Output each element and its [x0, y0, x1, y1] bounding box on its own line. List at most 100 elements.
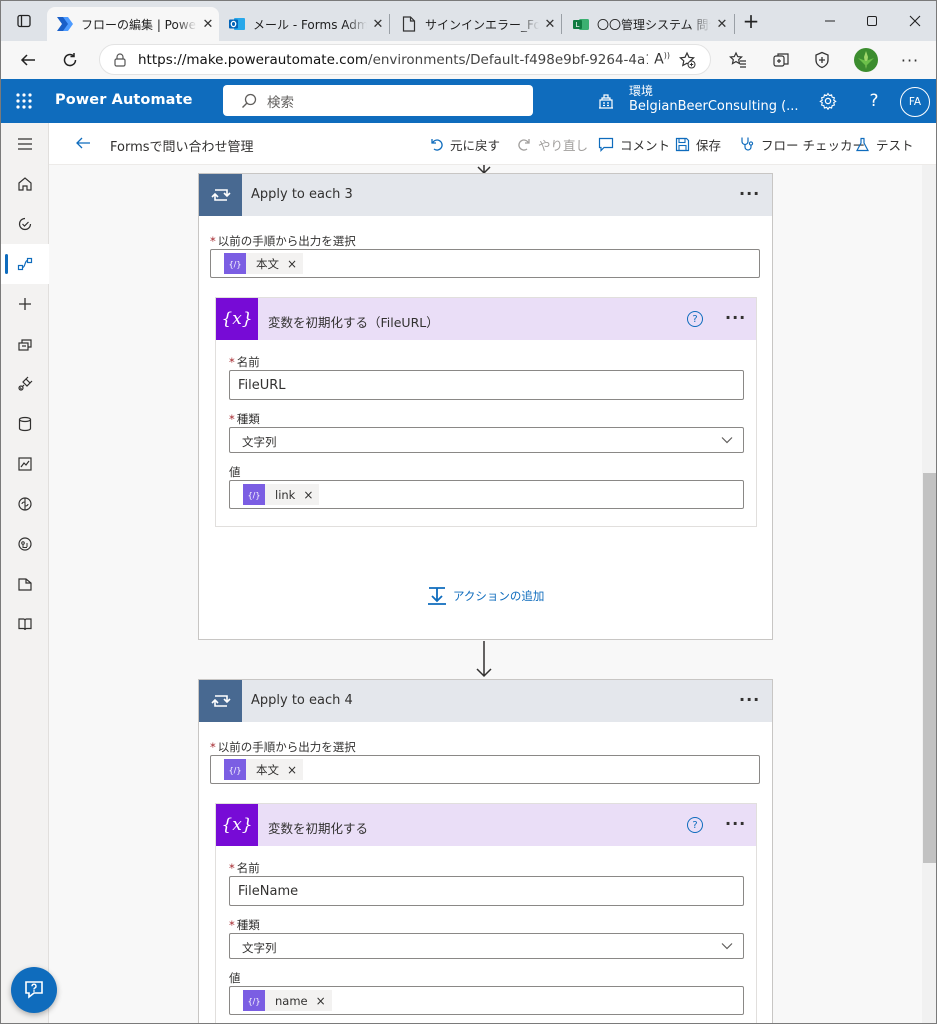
variable-type-dropdown[interactable]: 文字列: [229, 427, 744, 453]
url-host: https://make.powerautomate.com: [138, 51, 369, 68]
comment-button[interactable]: コメント: [598, 134, 670, 154]
process-mining-icon[interactable]: [1, 524, 49, 564]
svg-text:{/}: {/}: [229, 766, 241, 775]
teams-favicon-icon: L: [573, 16, 589, 32]
dynamic-content-token[interactable]: {/} link ×: [243, 484, 320, 505]
card-menu-button[interactable]: ···: [739, 184, 760, 203]
dynamic-content-icon: {/}: [224, 759, 246, 780]
close-tab-icon[interactable]: ✕: [711, 17, 733, 32]
variable-value-field[interactable]: {/} name ×: [229, 986, 744, 1015]
test-button[interactable]: テスト: [855, 134, 914, 154]
help-button[interactable]: ?: [862, 89, 886, 113]
home-icon[interactable]: [1, 164, 49, 204]
dynamic-content-token[interactable]: {/} 本文 ×: [224, 759, 304, 780]
settings-more-icon[interactable]: ···: [895, 45, 925, 75]
flow-checker-button[interactable]: フロー チェッカー: [739, 134, 865, 154]
undo-button[interactable]: 元に戻す: [429, 134, 500, 154]
search-input[interactable]: 検索: [223, 85, 533, 116]
ai-hub-brain-icon[interactable]: [1, 484, 49, 524]
templates-icon[interactable]: [1, 324, 49, 364]
variable-type-dropdown[interactable]: 文字列: [229, 933, 744, 959]
solutions-icon[interactable]: [1, 564, 49, 604]
learn-book-icon[interactable]: [1, 604, 49, 644]
tab-actions-icon[interactable]: [1, 1, 47, 41]
close-window-icon[interactable]: [892, 1, 936, 41]
dynamic-content-token[interactable]: {/} name ×: [243, 990, 332, 1011]
token-label: name: [275, 993, 308, 1008]
favorites-icon[interactable]: [723, 45, 753, 75]
card-menu-button[interactable]: ···: [725, 814, 746, 833]
address-bar: https://make.powerautomate.com/environme…: [1, 41, 936, 79]
add-favorite-icon[interactable]: [678, 51, 696, 69]
approvals-icon[interactable]: [1, 204, 49, 244]
select-output-field[interactable]: {/} 本文 ×: [210, 249, 760, 278]
tab-title: 〇〇管理システム 問合せ: [597, 17, 711, 32]
read-aloud-icon[interactable]: A)): [654, 51, 670, 68]
add-action-button[interactable]: アクションの追加: [427, 586, 544, 606]
create-plus-icon[interactable]: [1, 284, 49, 324]
app-name[interactable]: Power Automate: [55, 92, 193, 108]
token-label: 本文: [256, 256, 279, 271]
minimize-icon[interactable]: [807, 1, 853, 41]
tab-management-system[interactable]: L 〇〇管理システム 問合せ ✕: [563, 7, 733, 41]
remove-token-icon[interactable]: ×: [303, 488, 313, 502]
left-navigation-rail: [1, 123, 49, 1023]
back-arrow-icon[interactable]: [13, 45, 43, 75]
initialize-variable-header[interactable]: {x} 変数を初期化する（FileURL） ? ···: [216, 298, 756, 340]
help-circle-icon[interactable]: ?: [687, 817, 703, 833]
data-cylinder-icon[interactable]: [1, 404, 49, 444]
save-button[interactable]: 保存: [675, 134, 721, 154]
monitor-chart-icon[interactable]: [1, 444, 49, 484]
card-menu-button[interactable]: ···: [739, 690, 760, 709]
remove-token-icon[interactable]: ×: [287, 763, 297, 777]
token-label: 本文: [256, 762, 279, 777]
new-tab-button[interactable]: +: [734, 1, 768, 41]
field-label: * 名前: [229, 355, 260, 369]
back-arrow-icon[interactable]: [75, 135, 91, 151]
refresh-icon[interactable]: [55, 45, 85, 75]
remove-token-icon[interactable]: ×: [287, 257, 297, 271]
remove-token-icon[interactable]: ×: [316, 994, 326, 1008]
environment-picker[interactable]: 環境 BelgianBeerConsulting (...: [629, 83, 799, 115]
redo-button[interactable]: やり直し: [517, 134, 588, 154]
variable-value-field[interactable]: {/} link ×: [229, 480, 744, 509]
help-circle-icon[interactable]: ?: [687, 311, 703, 327]
virtual-agent-button[interactable]: [11, 967, 57, 1013]
tab-power-automate[interactable]: フローの編集 | Power Automate ✕: [47, 7, 219, 41]
close-tab-icon[interactable]: ✕: [197, 17, 219, 32]
user-avatar[interactable]: FA: [900, 87, 930, 117]
hamburger-menu-icon[interactable]: [1, 124, 49, 164]
apply-to-each-3-header[interactable]: Apply to each 3 ···: [199, 174, 772, 216]
outlook-favicon-icon: [229, 16, 245, 32]
dynamic-content-token[interactable]: {/} 本文 ×: [224, 253, 304, 274]
initialize-variable-header[interactable]: {x} 変数を初期化する ? ···: [216, 804, 756, 846]
app-launcher-icon[interactable]: [15, 92, 33, 110]
variable-icon: {x}: [216, 298, 258, 340]
profile-avatar-icon[interactable]: [851, 45, 881, 75]
url-field[interactable]: https://make.powerautomate.com/environme…: [99, 44, 711, 75]
flow-designer-canvas[interactable]: Apply to each 3 ··· * 以前の手順から出力を選択 {/} 本文…: [49, 165, 922, 1023]
chat-help-icon: [25, 981, 43, 999]
tab-title: メール - Forms Admin - Outlook: [253, 17, 367, 32]
collections-icon[interactable]: [766, 45, 796, 75]
select-output-field[interactable]: {/} 本文 ×: [210, 755, 760, 784]
close-tab-icon[interactable]: ✕: [367, 17, 389, 32]
connectors-icon[interactable]: [1, 364, 49, 404]
tab-signin-error[interactable]: サインインエラー_Forms ✕: [391, 7, 561, 41]
close-tab-icon[interactable]: ✕: [539, 17, 561, 32]
maximize-icon[interactable]: [849, 1, 895, 41]
environment-icon[interactable]: [597, 92, 615, 110]
card-title: Apply to each 3: [251, 187, 353, 202]
card-menu-button[interactable]: ···: [725, 308, 746, 327]
browser-essentials-icon[interactable]: [807, 45, 837, 75]
tab-outlook[interactable]: メール - Forms Admin - Outlook ✕: [219, 7, 389, 41]
field-label: 値: [229, 465, 241, 479]
variable-name-input[interactable]: FileURL: [229, 370, 744, 400]
variable-name-input[interactable]: FileName: [229, 876, 744, 906]
apply-to-each-4-header[interactable]: Apply to each 4 ···: [199, 680, 772, 722]
command-bar: Formsで問い合わせ管理 元に戻す やり直し コメント 保存 フロー チェッカ…: [49, 123, 936, 165]
scrollbar-thumb[interactable]: [923, 473, 936, 863]
my-flows-icon[interactable]: [1, 244, 49, 284]
settings-gear-icon[interactable]: [816, 89, 840, 113]
dynamic-content-icon: {/}: [243, 990, 265, 1011]
